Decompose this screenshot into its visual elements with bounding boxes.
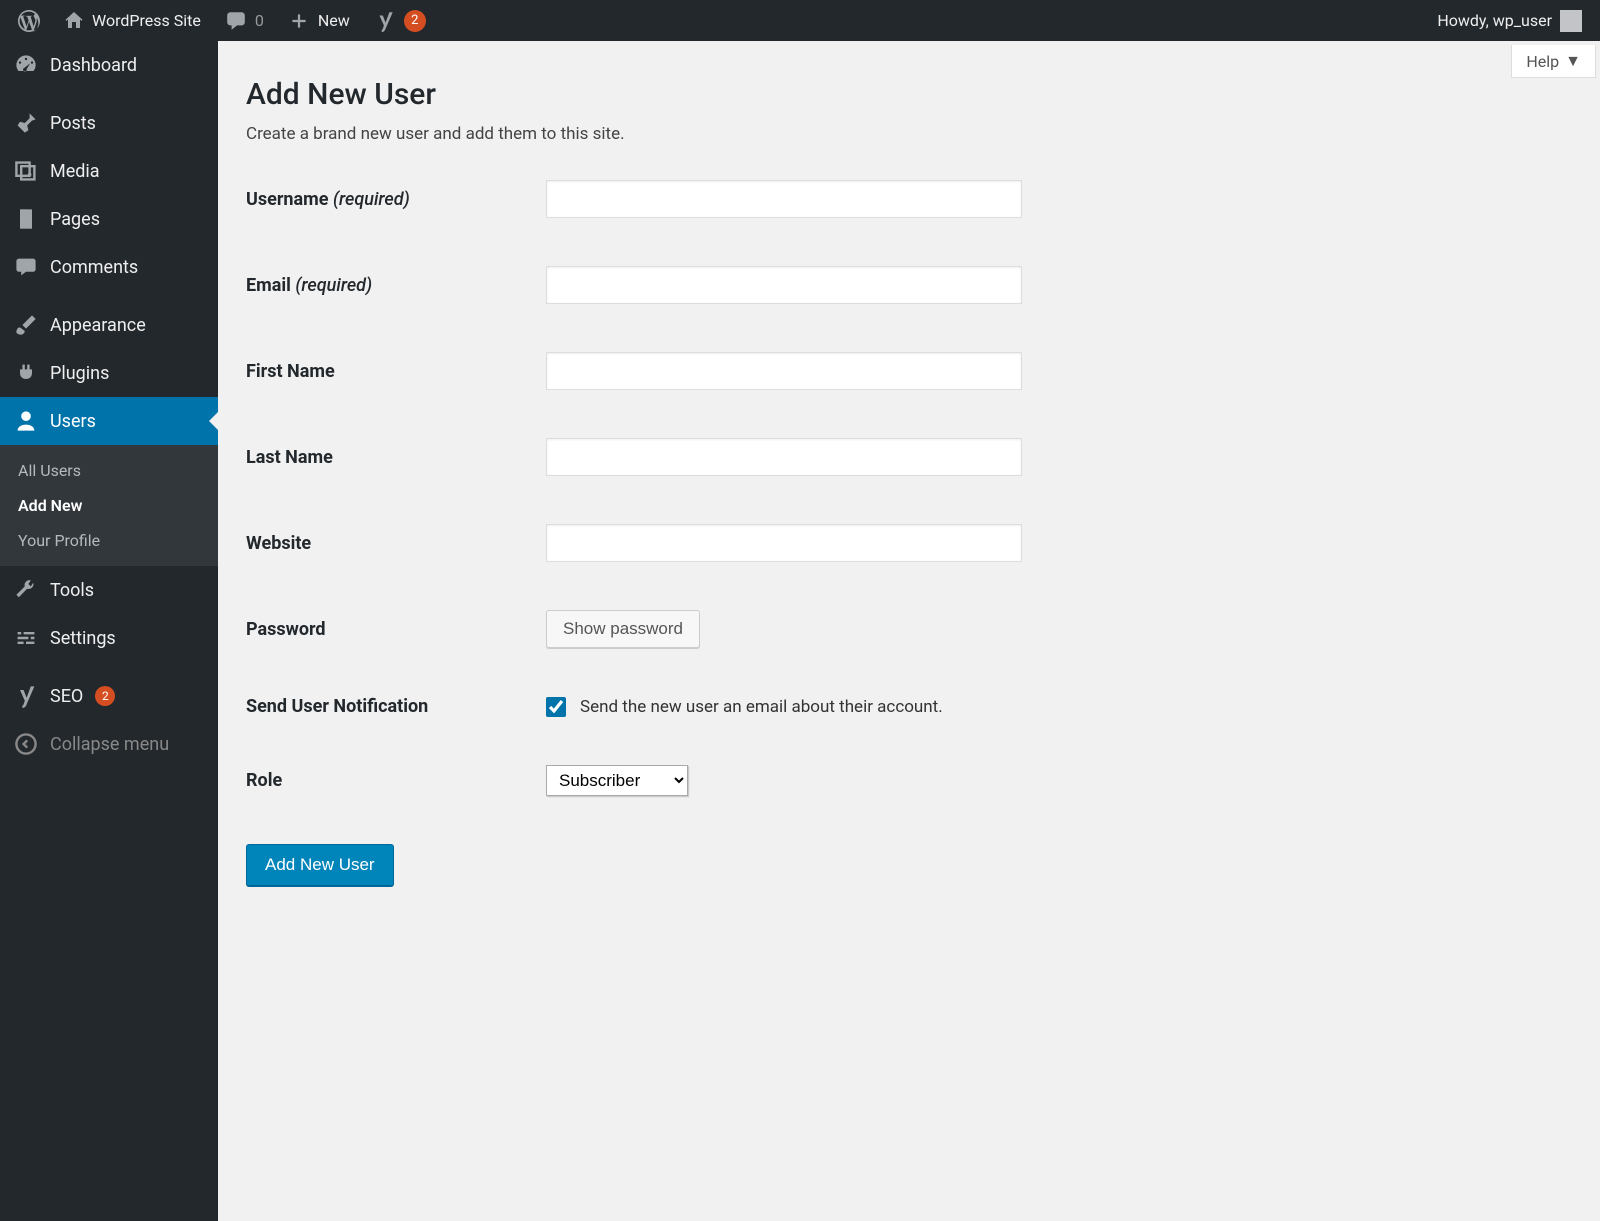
sidebar-item-posts[interactable]: Posts [0, 99, 218, 147]
brush-icon [14, 313, 38, 337]
email-input[interactable] [546, 266, 1022, 304]
seo-count: 2 [95, 686, 115, 706]
yoast-count: 2 [404, 10, 426, 32]
sidebar-item-label: Settings [50, 628, 116, 649]
users-submenu: All Users Add New Your Profile [0, 445, 218, 566]
plus-icon [288, 10, 310, 32]
chevron-down-icon: ▼ [1565, 51, 1581, 71]
yoast-icon [374, 10, 396, 32]
username-input[interactable] [546, 180, 1022, 218]
sidebar-item-label: SEO [50, 686, 83, 707]
role-label: Role [246, 770, 546, 791]
comment-icon [225, 10, 247, 32]
dashboard-icon [14, 53, 38, 77]
sidebar-item-label: Collapse menu [50, 734, 169, 755]
sidebar-item-label: Users [50, 411, 96, 432]
sidebar-item-settings[interactable]: Settings [0, 614, 218, 662]
comments-link[interactable]: 0 [213, 0, 276, 41]
notification-label: Send User Notification [246, 696, 546, 717]
admin-sidebar: Dashboard Posts Media Pages Comments App… [0, 41, 218, 1221]
submit-button[interactable]: Add New User [246, 844, 394, 886]
notification-text: Send the new user an email about their a… [580, 697, 943, 717]
wp-logo[interactable] [6, 0, 52, 41]
firstname-input[interactable] [546, 352, 1022, 390]
role-select[interactable]: Subscriber [546, 765, 688, 796]
sidebar-item-label: Media [50, 161, 100, 182]
show-password-button[interactable]: Show password [546, 610, 700, 648]
lastname-label: Last Name [246, 447, 546, 468]
wordpress-icon [18, 10, 40, 32]
account-link[interactable]: Howdy, wp_user [1425, 0, 1594, 41]
new-link[interactable]: New [276, 0, 362, 41]
sidebar-item-plugins[interactable]: Plugins [0, 349, 218, 397]
firstname-label: First Name [246, 361, 546, 382]
sidebar-item-label: Tools [50, 580, 94, 601]
notification-checkbox[interactable] [546, 697, 566, 717]
pin-icon [14, 111, 38, 135]
avatar [1560, 10, 1582, 32]
sliders-icon [14, 626, 38, 650]
submenu-your-profile[interactable]: Your Profile [0, 523, 218, 558]
pages-icon [14, 207, 38, 231]
page-description: Create a brand new user and add them to … [246, 124, 1572, 144]
sidebar-item-label: Posts [50, 113, 96, 134]
sidebar-item-comments[interactable]: Comments [0, 243, 218, 291]
howdy-text: Howdy, wp_user [1437, 11, 1552, 30]
new-label: New [318, 11, 350, 30]
sidebar-item-tools[interactable]: Tools [0, 566, 218, 614]
collapse-icon [14, 732, 38, 756]
password-label: Password [246, 619, 546, 640]
lastname-input[interactable] [546, 438, 1022, 476]
yoast-icon [14, 684, 38, 708]
site-link[interactable]: WordPress Site [52, 0, 213, 41]
main-content: Help ▼ Add New User Create a brand new u… [218, 41, 1600, 1221]
sidebar-item-label: Comments [50, 257, 138, 278]
sidebar-item-label: Appearance [50, 315, 146, 336]
sidebar-item-label: Plugins [50, 363, 109, 384]
comments-icon [14, 255, 38, 279]
page-title: Add New User [246, 77, 1572, 112]
sidebar-item-pages[interactable]: Pages [0, 195, 218, 243]
home-icon [64, 11, 84, 31]
plug-icon [14, 361, 38, 385]
help-tab[interactable]: Help ▼ [1511, 45, 1596, 78]
user-icon [14, 409, 38, 433]
sidebar-item-label: Pages [50, 209, 100, 230]
sidebar-item-media[interactable]: Media [0, 147, 218, 195]
submenu-add-new[interactable]: Add New [0, 488, 218, 523]
media-icon [14, 159, 38, 183]
sidebar-item-users[interactable]: Users [0, 397, 218, 445]
sidebar-item-dashboard[interactable]: Dashboard [0, 41, 218, 89]
yoast-link[interactable]: 2 [362, 0, 438, 41]
comments-count: 0 [255, 11, 264, 30]
admin-bar: WordPress Site 0 New 2 Howdy, wp_user [0, 0, 1600, 41]
website-label: Website [246, 533, 546, 554]
submenu-all-users[interactable]: All Users [0, 453, 218, 488]
sidebar-item-seo[interactable]: SEO 2 [0, 672, 218, 720]
sidebar-collapse[interactable]: Collapse menu [0, 720, 218, 768]
sidebar-item-appearance[interactable]: Appearance [0, 301, 218, 349]
site-name: WordPress Site [92, 11, 201, 30]
wrench-icon [14, 578, 38, 602]
website-input[interactable] [546, 524, 1022, 562]
email-label: Email (required) [246, 275, 546, 296]
sidebar-item-label: Dashboard [50, 55, 137, 76]
username-label: Username (required) [246, 189, 546, 210]
